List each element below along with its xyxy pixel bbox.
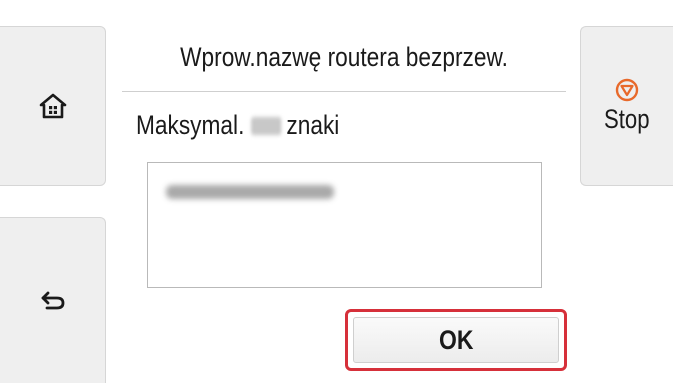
stop-label: Stop (604, 103, 650, 134)
back-arrow-icon (41, 291, 64, 309)
page-title: Wprow.nazwę routera bezprzew. (180, 42, 508, 72)
ok-button-highlight[interactable]: OK (345, 309, 567, 371)
home-icon (39, 93, 66, 119)
ok-button[interactable]: OK (353, 317, 559, 363)
title-divider (122, 91, 566, 92)
home-button[interactable] (0, 26, 106, 186)
router-name-entry-screen: Stop Wprow.nazwę routera bezprzew. Maksy… (0, 0, 673, 383)
stop-icon (615, 78, 639, 101)
redacted-router-name (166, 185, 334, 199)
max-length-prefix: Maksymal. (136, 110, 245, 140)
max-length-hint: Maksymal. znaki (136, 110, 339, 141)
max-length-suffix: znaki (286, 110, 340, 140)
router-name-field[interactable] (147, 162, 542, 288)
back-button[interactable] (0, 217, 106, 383)
ok-label: OK (438, 324, 474, 355)
stop-button[interactable]: Stop (580, 26, 673, 186)
redacted-count (251, 116, 282, 135)
